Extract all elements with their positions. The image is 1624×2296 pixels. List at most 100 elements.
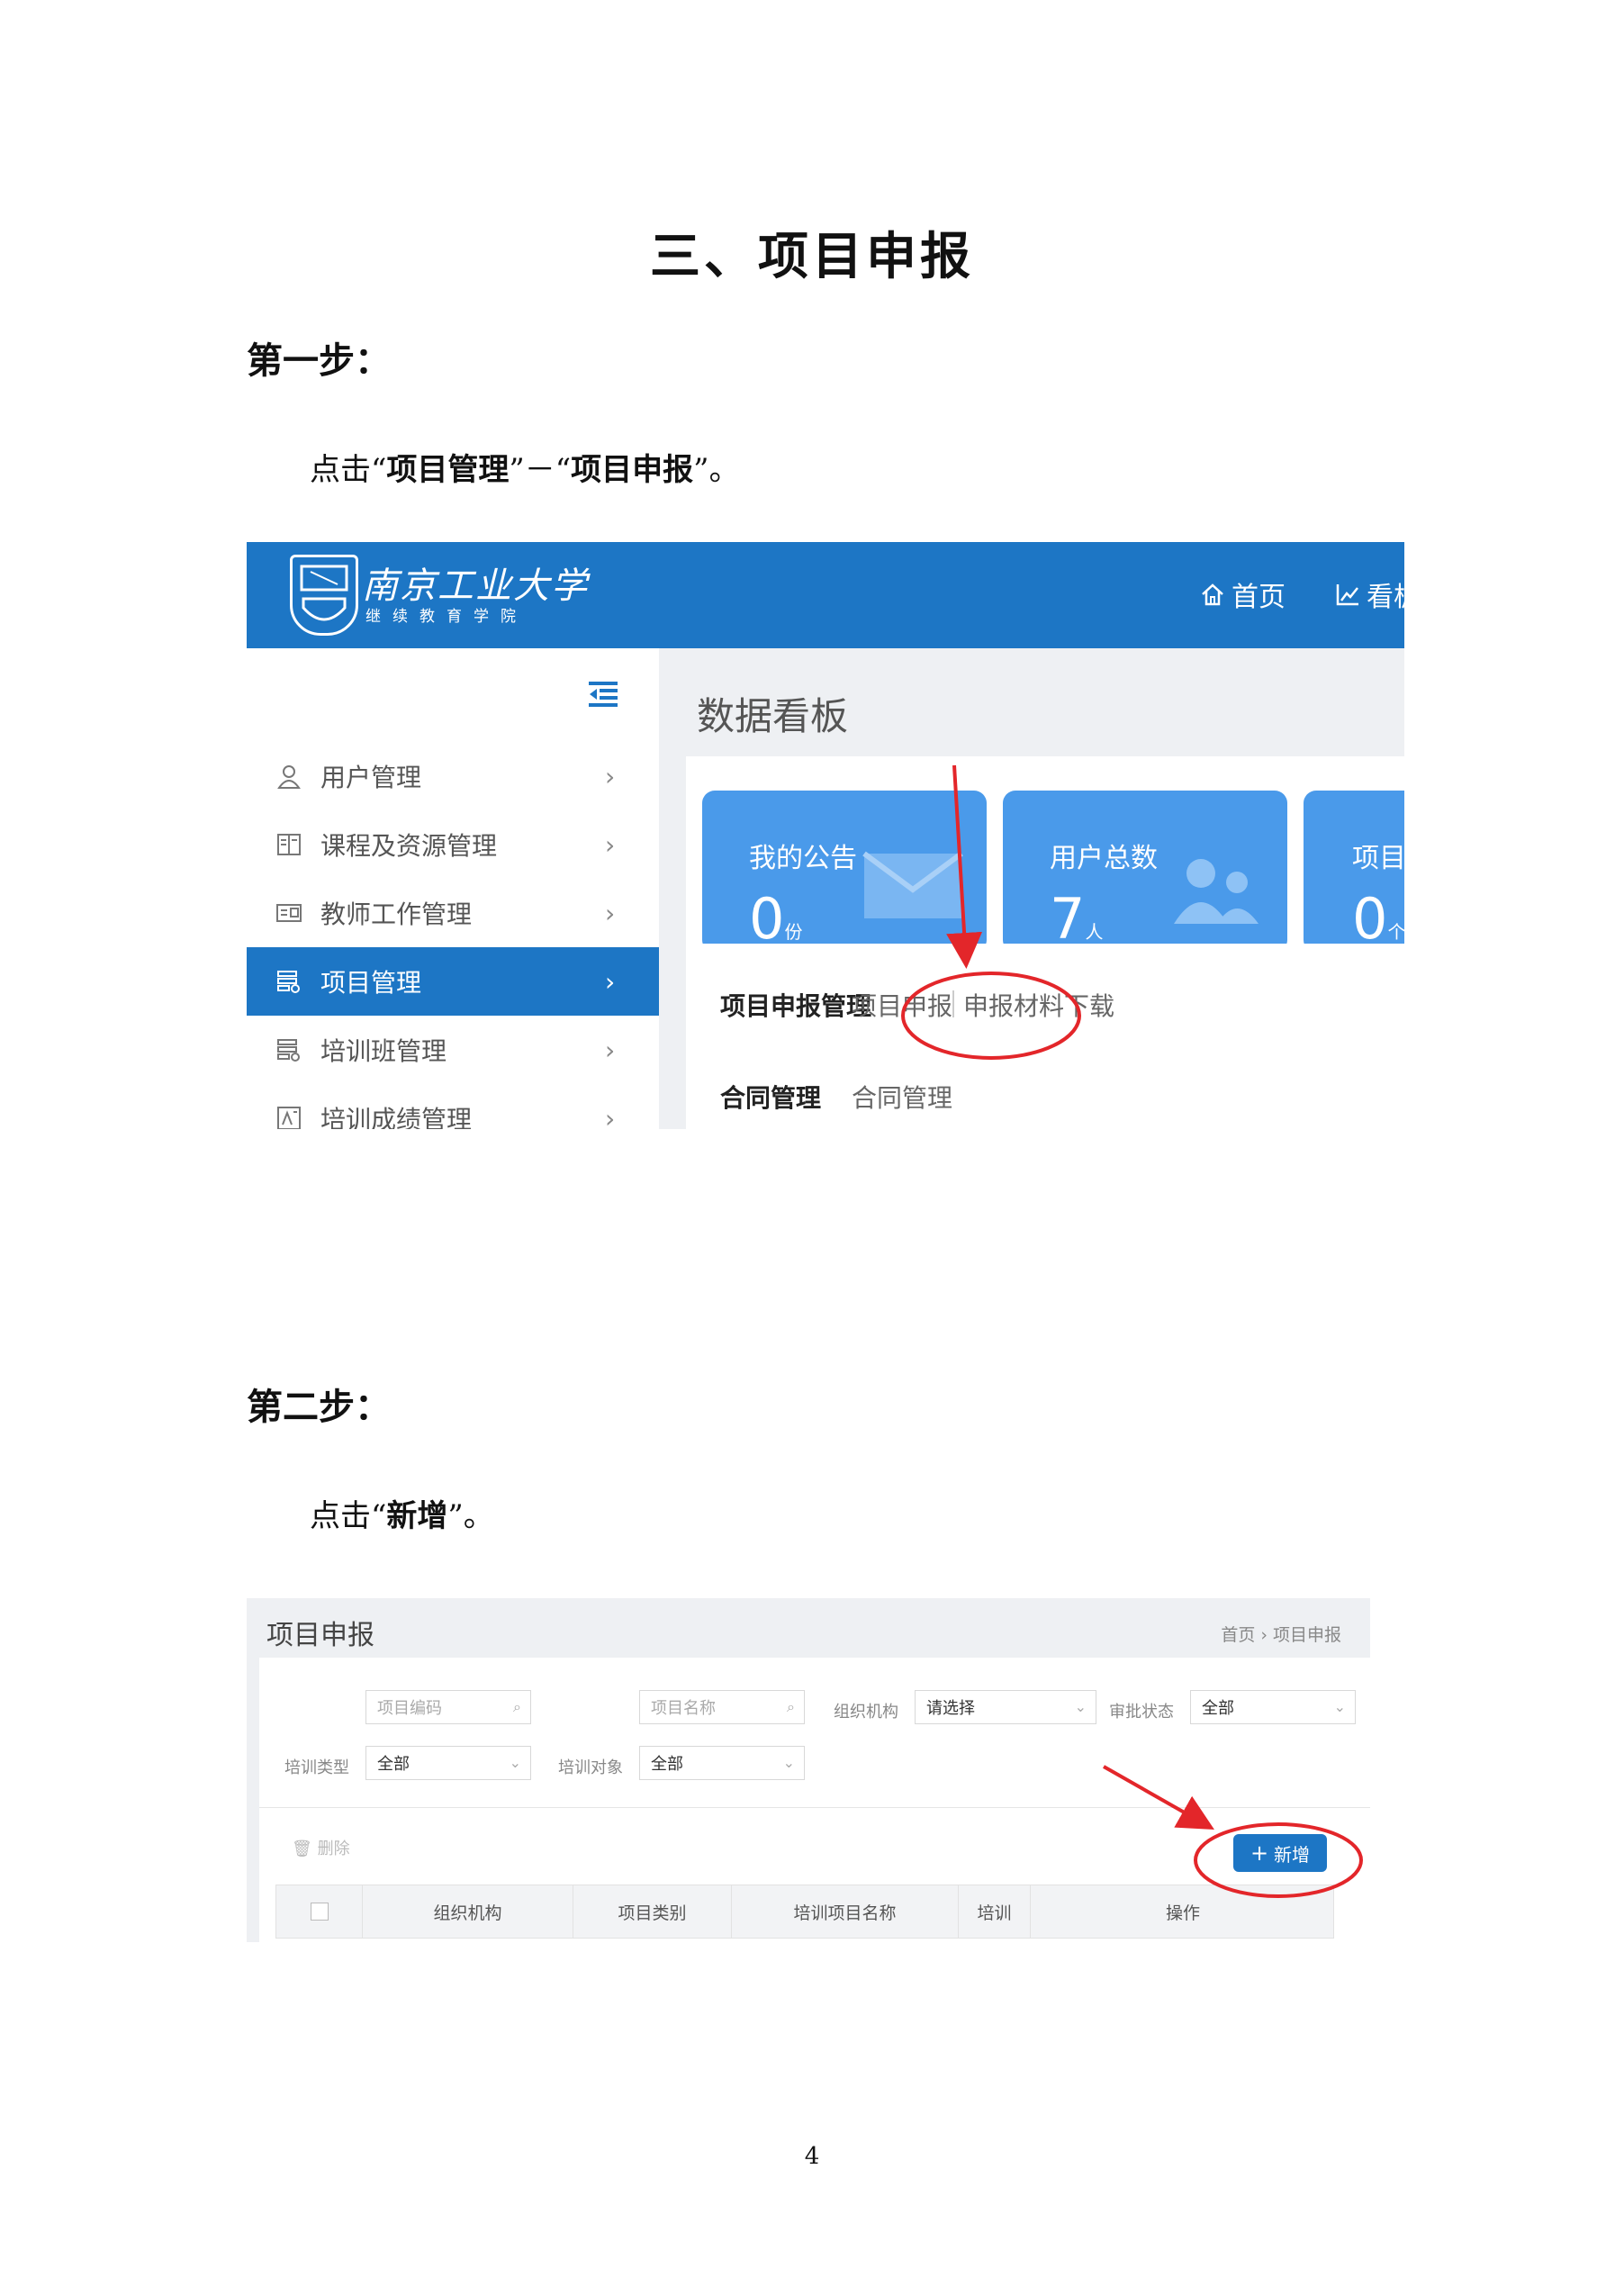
stat-value: 7 [1050,886,1086,952]
link-contract-management[interactable]: 合同管理 [852,1079,952,1115]
quote-open: “ [371,1498,387,1534]
stat-card-projects[interactable]: 项目 0个 [1304,791,1404,953]
instruction-prefix: 点击 [310,1498,371,1534]
input-placeholder: 项目编码 [377,1699,442,1718]
breadcrumb: 首页 › 项目申报 [1221,1625,1341,1645]
step2-heading: 第二步： [247,1386,391,1428]
sidebar-item-course-resource[interactable]: 课程及资源管理 › [247,810,659,879]
select-value: 全部 [377,1755,410,1774]
sidebar-item-training-grades[interactable]: 培训成绩管理 › [247,1084,659,1129]
home-icon [1202,583,1223,606]
instruction-target: 项目管理 [386,452,510,488]
chevron-down-icon: ⌄ [509,1754,521,1771]
chevron-right-icon: › [605,761,616,791]
project-name-input[interactable]: 项目名称 ⌕ [639,1690,805,1724]
select-value: 全部 [1202,1699,1234,1718]
chevron-right-icon: › [605,1035,616,1065]
link-material-download[interactable]: 申报材料下载 [963,987,1114,1023]
input-placeholder: 项目名称 [651,1699,716,1718]
menu-collapse-icon[interactable] [587,679,619,710]
page-title: 项目申报 [266,1620,374,1651]
emblem-shape [300,565,348,621]
step2-instruction: 点击“新增”。 [310,1491,494,1535]
org-label: 组织机构 [834,1703,898,1722]
instruction-separator: － [524,452,555,488]
select-value: 全部 [651,1755,683,1774]
training-target-select[interactable]: 全部 ⌄ [639,1746,805,1780]
quote-open: “ [555,452,572,488]
users-icon [1174,859,1259,924]
sidebar-item-project-management[interactable]: 项目管理 › [247,947,659,1016]
sidebar-item-label: 项目管理 [320,968,422,998]
chevron-right-icon: › [605,898,616,928]
training-target-label: 培训对象 [558,1758,623,1777]
stat-unit: 个 [1387,921,1404,943]
stat-card-value: 0个 [1352,886,1404,952]
training-type-label: 培训类型 [284,1758,349,1777]
trash-icon: 🗑 [292,1840,312,1858]
select-all-checkbox[interactable] [310,1903,329,1921]
nav-home[interactable]: 首页 [1199,574,1286,614]
sidebar-item-user-management[interactable]: 用户管理 › [247,742,659,810]
search-icon: ⌕ [787,1698,795,1715]
quick-links-panel: 项目申报管理 项目申报 申报材料下载 合同管理 合同管理 [686,944,1404,1129]
add-button[interactable]: + 新增 [1233,1834,1327,1872]
nav-home-label: 首页 [1232,582,1286,613]
status-label: 审批状态 [1109,1703,1174,1722]
university-emblem-icon [290,555,358,636]
sidebar-item-label: 培训成绩管理 [320,1105,473,1129]
step1-instruction: 点击“项目管理”－“项目申报”。 [310,445,740,489]
quote-close: ” [509,452,525,488]
stat-value: 0 [749,886,785,952]
grade-icon [274,1103,304,1129]
chart-icon [1336,584,1358,606]
stat-unit: 份 [784,921,803,943]
instruction-end: 。 [708,452,740,488]
status-select[interactable]: 全部 ⌄ [1190,1690,1356,1724]
instruction-end: 。 [463,1498,494,1534]
stat-card-value: 0份 [749,886,802,952]
dashboard-title: 数据看板 [697,694,849,738]
screenshot-project-declaration: 项目申报 首页 › 项目申报 项目编码 ⌕ 项目名称 ⌕ 组织机构 请选择 ⌄ … [247,1598,1370,1942]
column-header: 培训项目名称 [732,1885,959,1938]
chevron-right-icon: › [605,966,616,997]
nav-board[interactable]: 看板 [1334,574,1404,614]
chevron-down-icon: ⌄ [1074,1698,1087,1715]
project-code-input[interactable]: 项目编码 ⌕ [365,1690,531,1724]
sidebar-item-label: 教师工作管理 [320,899,473,929]
user-icon [274,761,304,791]
select-value: 请选择 [926,1699,975,1718]
sidebar: 用户管理 › 课程及资源管理 › 教师工作管理 › 项目管理 › 培训班管理 ›… [247,648,659,1129]
stat-card-value: 7人 [1050,886,1103,952]
delete-label: 删除 [317,1840,350,1858]
sidebar-item-label: 培训班管理 [320,1036,447,1066]
sidebar-item-teacher-work[interactable]: 教师工作管理 › [247,879,659,947]
stat-unit: 人 [1085,921,1104,943]
stat-card-users[interactable]: 用户总数 7人 [1003,791,1287,953]
logo-name: 南京工业大学 [362,565,589,607]
chevron-right-icon: › [605,1103,616,1130]
instruction-target: 项目申报 [571,452,694,488]
document-title: 三、项目申报 [650,227,974,286]
instruction-prefix: 点击 [310,452,371,488]
training-type-select[interactable]: 全部 ⌄ [365,1746,531,1780]
delete-button[interactable]: 🗑 删除 [292,1836,350,1859]
select-all-cell[interactable] [276,1885,363,1938]
chevron-down-icon: ⌄ [1333,1698,1346,1715]
book-icon [274,829,304,860]
quote-close: ” [693,452,709,488]
filter-divider [259,1807,1370,1808]
org-select[interactable]: 请选择 ⌄ [915,1690,1096,1724]
stat-card-announcements[interactable]: 我的公告 0份 [702,791,987,953]
sidebar-item-label: 用户管理 [320,763,422,792]
search-icon: ⌕ [513,1698,521,1715]
quote-open: “ [371,452,387,488]
table-header: 组织机构 项目类别 培训项目名称 培训 操作 [275,1885,1334,1939]
chevron-right-icon: › [605,829,616,860]
column-header: 项目类别 [573,1885,732,1938]
sidebar-item-label: 课程及资源管理 [320,831,498,861]
chevron-down-icon: ⌄ [782,1754,795,1771]
sidebar-item-training-class[interactable]: 培训班管理 › [247,1016,659,1084]
stat-value: 0 [1352,886,1388,952]
link-project-declaration[interactable]: 项目申报 [852,987,952,1023]
